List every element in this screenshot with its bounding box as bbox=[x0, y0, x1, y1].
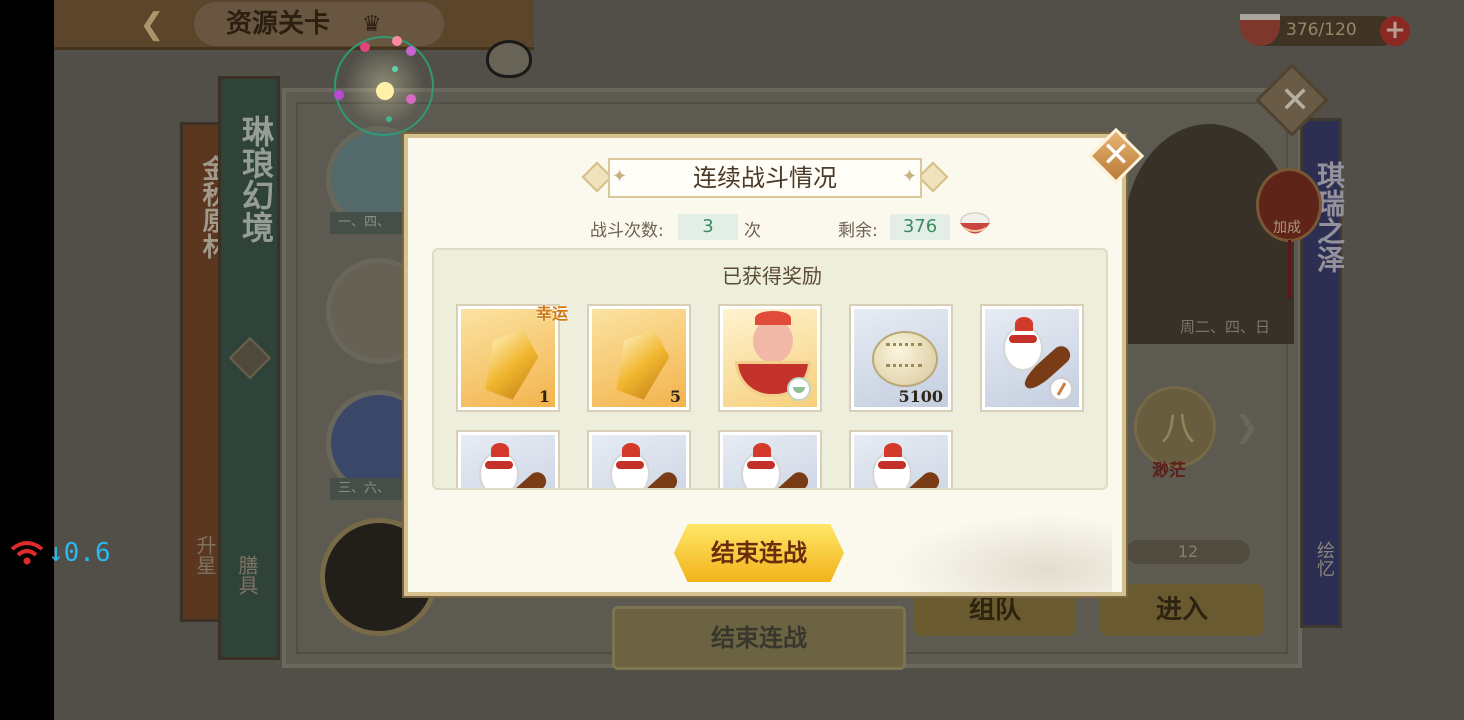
stamina-current: 376 bbox=[1286, 20, 1319, 40]
reward-item-bowl-card[interactable] bbox=[718, 304, 822, 412]
reward-item-spoon-card[interactable] bbox=[587, 430, 691, 488]
critter-icon bbox=[872, 443, 912, 488]
battles-value: 3 bbox=[678, 214, 738, 240]
reward-quantity: 5100 bbox=[898, 387, 943, 406]
remaining-label: 剩余: bbox=[838, 221, 878, 241]
remaining-value: 376 bbox=[890, 214, 950, 240]
close-icon: ✕ bbox=[1101, 135, 1131, 175]
end-battle-label: 结束连战 bbox=[711, 538, 807, 567]
decorative-watermark bbox=[892, 514, 1112, 594]
back-arrow-icon: ❮ bbox=[139, 7, 165, 42]
spoon-type-icon bbox=[1049, 377, 1073, 401]
critter-icon bbox=[741, 443, 781, 488]
sparkle-effect bbox=[334, 36, 434, 136]
rewards-panel: 已获得奖励 幸运 1 5 5100 bbox=[432, 248, 1108, 490]
page-title: 资源关卡 bbox=[194, 2, 444, 46]
reward-item-shell[interactable]: 5100 bbox=[849, 304, 953, 412]
tassel-decoration bbox=[1288, 240, 1291, 298]
add-stamina-button[interactable]: + bbox=[1380, 16, 1410, 46]
reward-item-crystal[interactable]: 5 bbox=[587, 304, 691, 412]
critter-icon bbox=[479, 443, 519, 488]
top-bar: ❮ 资源关卡 ♛ bbox=[54, 0, 534, 50]
stage-name: 渺茫 bbox=[1152, 461, 1186, 481]
chibi-character-icon bbox=[753, 311, 793, 363]
banner-footer: 升星 bbox=[193, 535, 217, 575]
reward-item-spoon-card[interactable] bbox=[718, 430, 822, 488]
banner-linlang-illusion[interactable]: 琳琅幻境 膳具 bbox=[218, 76, 280, 660]
warning-icon bbox=[228, 336, 272, 380]
reward-item-crystal[interactable]: 幸运 1 bbox=[456, 304, 568, 412]
chevron-right-icon[interactable]: ❯ bbox=[1234, 410, 1259, 445]
end-battle-button[interactable]: 结束连战 bbox=[674, 524, 844, 582]
battles-label: 战斗次数: bbox=[590, 221, 664, 241]
bonus-label: 加成 bbox=[1273, 220, 1301, 236]
battles-unit: 次 bbox=[744, 221, 761, 241]
back-button[interactable]: ❮ bbox=[124, 6, 180, 44]
battle-stats: 战斗次数: 3 次 剩余: 376 bbox=[588, 212, 1008, 242]
banner-footer: 绘忆 bbox=[1314, 541, 1335, 577]
reward-item-spoon-card[interactable] bbox=[980, 304, 1084, 412]
stamina-max: /120 bbox=[1318, 20, 1357, 40]
crown-icon: ♛ bbox=[362, 12, 382, 37]
stage-number: 八 bbox=[1161, 409, 1195, 449]
gold-crystal-icon bbox=[476, 321, 545, 403]
network-speed: ↓0.6 bbox=[48, 538, 111, 568]
screen-bezel bbox=[0, 0, 54, 720]
dialog-title: 连续战斗情况 bbox=[693, 164, 837, 192]
reward-quantity: 1 bbox=[538, 387, 550, 406]
dialog-header: ✦ ✦ 连续战斗情况 bbox=[581, 158, 949, 198]
close-icon: ✕ bbox=[1280, 80, 1311, 121]
count-bar: 12 bbox=[1126, 540, 1250, 564]
critter-icon bbox=[610, 443, 650, 488]
banner-title: 琳琅幻境 bbox=[237, 115, 275, 243]
lucky-tag: 幸运 bbox=[535, 304, 568, 323]
rice-bowl-icon bbox=[1240, 14, 1280, 46]
banner-footer: 膳具 bbox=[235, 555, 259, 595]
bird-icon[interactable] bbox=[486, 40, 532, 78]
rewards-title: 已获得奖励 bbox=[722, 264, 822, 288]
network-status: ↓0.6 bbox=[10, 538, 111, 568]
wifi-icon bbox=[10, 541, 44, 565]
dialog-close-button[interactable]: ✕ bbox=[1087, 127, 1145, 185]
rice-bowl-icon bbox=[960, 212, 990, 234]
gold-crystal-icon bbox=[607, 321, 676, 403]
reward-quantity: 5 bbox=[669, 387, 681, 406]
bonus-badge[interactable]: 加成 bbox=[1256, 168, 1322, 242]
reward-item-spoon-card[interactable] bbox=[456, 430, 560, 488]
end-battle-button-background[interactable]: 结束连战 bbox=[612, 606, 906, 670]
stamina-counter: 376/120 bbox=[1240, 14, 1396, 46]
battle-result-dialog: ✦ ✦ 连续战斗情况 战斗次数: 3 次 剩余: 376 已获得奖励 幸运 1 … bbox=[404, 134, 1126, 596]
critter-icon bbox=[1003, 317, 1043, 371]
stage-schedule: 周二、四、日 bbox=[1180, 318, 1271, 336]
reward-item-spoon-card[interactable] bbox=[849, 430, 953, 488]
bowl-type-icon bbox=[787, 377, 811, 401]
